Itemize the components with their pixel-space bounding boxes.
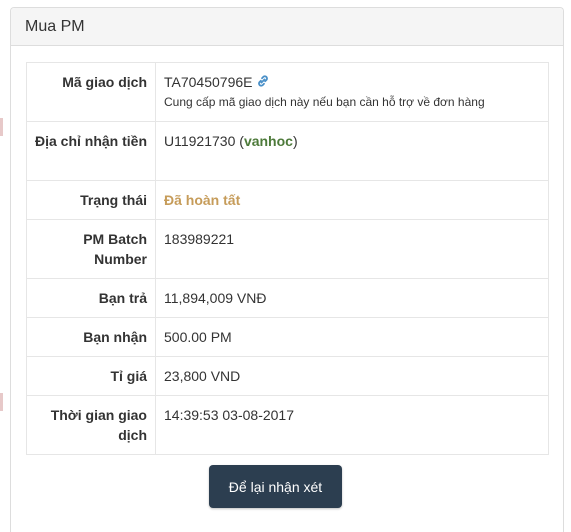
table-row: PM Batch Number 183989221: [26, 219, 549, 279]
receive-account-id: U11921730: [164, 133, 236, 149]
table-row: Địa chỉ nhận tiền U11921730 (vanhoc): [26, 121, 549, 181]
receive-account-paren-close: ): [292, 133, 298, 149]
panel-title: Mua PM: [11, 8, 563, 46]
transaction-details-table: Mã giao dịch TA70450796E Cung cấp mã gia…: [26, 62, 549, 455]
table-row: Mã giao dịch TA70450796E Cung cấp mã gia…: [26, 62, 549, 122]
rate-value: 23,800 VND: [155, 356, 549, 396]
receive-address-cell: U11921730 (vanhoc): [155, 121, 549, 181]
table-row: Bạn trả 11,894,009 VNĐ: [26, 278, 549, 318]
you-receive-label: Bạn nhận: [26, 317, 156, 357]
you-pay-value: 11,894,009 VNĐ: [155, 278, 549, 318]
you-pay-label: Bạn trả: [26, 278, 156, 318]
feedback-button-wrap: Để lại nhận xét: [209, 465, 342, 508]
table-row: Bạn nhận 500.00 PM: [26, 317, 549, 357]
transaction-time-value: 14:39:53 03-08-2017: [155, 395, 549, 455]
leave-feedback-button[interactable]: Để lại nhận xét: [209, 465, 342, 508]
left-edge-mark: [0, 118, 3, 136]
table-row: Trạng thái Đã hoàn tất: [26, 180, 549, 220]
receive-account-name: vanhoc: [243, 133, 293, 149]
panel-body: Mã giao dịch TA70450796E Cung cấp mã gia…: [11, 46, 563, 455]
transaction-id-label: Mã giao dịch: [26, 62, 156, 122]
rate-label: Tỉ giá: [26, 356, 156, 396]
batch-label: PM Batch Number: [26, 219, 156, 279]
transaction-time-label: Thời gian giao dịch: [26, 395, 156, 455]
left-edge-mark: [0, 393, 3, 411]
batch-value: 183989221: [155, 219, 549, 279]
status-value: Đã hoàn tất: [164, 192, 241, 208]
status-cell: Đã hoàn tất: [155, 180, 549, 220]
transaction-id-cell: TA70450796E Cung cấp mã giao dịch này nế…: [155, 62, 549, 122]
you-receive-value: 500.00 PM: [155, 317, 549, 357]
receive-address-label: Địa chỉ nhận tiền: [26, 121, 156, 181]
status-label: Trạng thái: [26, 180, 156, 220]
transaction-id-hint: Cung cấp mã giao dịch này nếu bạn cần hỗ…: [164, 95, 485, 109]
link-icon[interactable]: [256, 73, 270, 87]
transaction-id-value: TA70450796E: [164, 74, 253, 90]
table-row: Thời gian giao dịch 14:39:53 03-08-2017: [26, 395, 549, 455]
table-row: Tỉ giá 23,800 VND: [26, 356, 549, 396]
purchase-panel: Mua PM Mã giao dịch TA70450796E Cung cấp…: [10, 7, 564, 532]
